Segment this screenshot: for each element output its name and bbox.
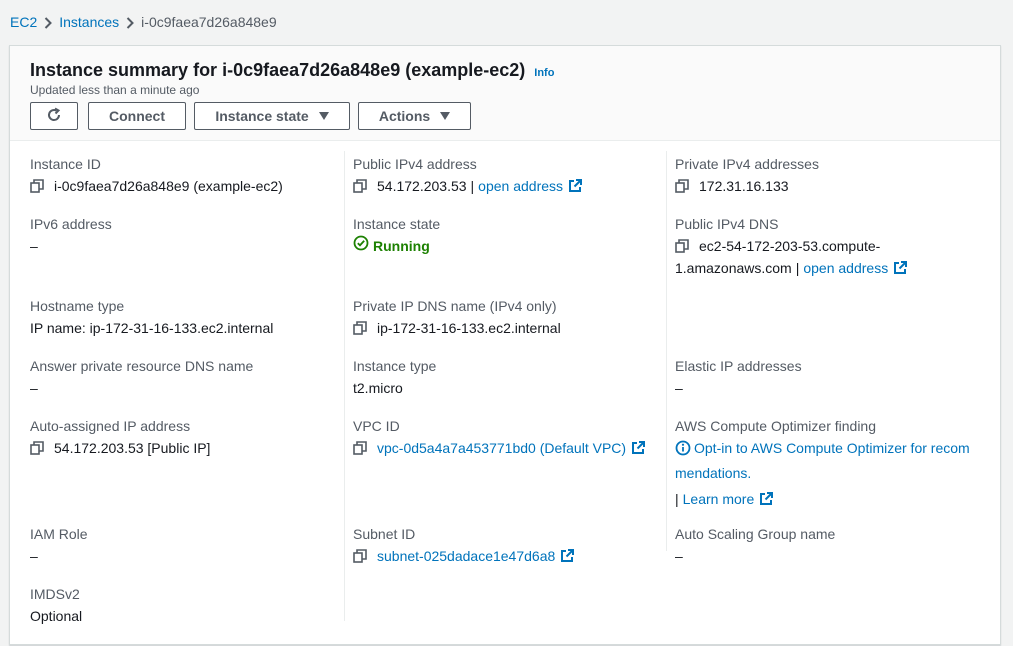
info-link[interactable]: Info [534, 67, 554, 79]
actions-button-label: Actions [378, 108, 431, 124]
public-ipv4-open-address-link[interactable]: open address [478, 178, 583, 194]
field-label: Subnet ID [353, 526, 416, 542]
field-vpc-id: VPC ID vpc-0d5a4a7a453771bd0 (Default VP… [353, 415, 646, 461]
public-ipv4-value: 54.172.203.53 [377, 178, 467, 194]
field-instance-id: Instance ID i-0c9faea7d26a848e9 (example… [30, 153, 283, 197]
refresh-button[interactable] [30, 102, 78, 130]
field-hostname-type: Hostname type IP name: ip-172-31-16-133.… [30, 295, 273, 339]
copy-icon[interactable] [353, 317, 367, 339]
check-circle-icon [353, 235, 373, 257]
field-label: IAM Role [30, 526, 88, 542]
field-instance-type: Instance type t2.micro [353, 355, 436, 399]
field-label: Instance type [353, 358, 437, 374]
vpc-id-link[interactable]: vpc-0d5a4a7a453771bd0 (Default VPC) [377, 437, 646, 461]
subnet-id-link[interactable]: subnet-025dadace1e47d6a8 [377, 545, 575, 569]
optimizer-opt-in-link[interactable]: Opt-in to AWS Compute Optimizer for reco… [675, 437, 995, 484]
breadcrumb-instances-link[interactable]: Instances [59, 14, 119, 30]
copy-icon[interactable] [30, 437, 44, 459]
external-link-icon [568, 177, 583, 199]
field-asg-name: Auto Scaling Group name – [675, 523, 835, 567]
copy-icon[interactable] [675, 175, 689, 197]
external-link-icon [631, 439, 646, 461]
field-iam-role: IAM Role – [30, 523, 88, 567]
hostname-type-value: IP name: ip-172-31-16-133.ec2.internal [30, 320, 274, 336]
field-label: AWS Compute Optimizer finding [675, 418, 876, 434]
instance-type-value: t2.micro [353, 380, 403, 396]
caret-down-icon [440, 112, 451, 120]
breadcrumb-current: i-0c9faea7d26a848e9 [141, 14, 277, 30]
actions-button[interactable]: Actions [358, 102, 471, 130]
field-subnet-id: Subnet ID subnet-025dadace1e47d6a8 [353, 523, 575, 569]
public-dns-value-line2: 1.amazonaws.com [675, 260, 792, 276]
imdsv2-value: Optional [30, 608, 83, 624]
field-ipv6: IPv6 address – [30, 213, 112, 257]
field-public-dns: Public IPv4 DNS ec2-54-172-203-53.comput… [675, 213, 908, 281]
field-answer-dns: Answer private resource DNS name – [30, 355, 253, 399]
public-dns-open-address-link[interactable]: open address [803, 257, 908, 281]
external-link-icon [759, 490, 774, 512]
private-ipv4-value: 172.31.16.133 [699, 178, 789, 194]
field-label: Elastic IP addresses [675, 358, 802, 374]
connect-button[interactable]: Connect [88, 102, 186, 130]
ipv6-value: – [30, 238, 38, 254]
field-private-dns: Private IP DNS name (IPv4 only) ip-172-3… [353, 295, 561, 339]
public-dns-value-line1: ec2-54-172-203-53.compute- [699, 238, 881, 254]
external-link-icon [893, 259, 908, 281]
field-label: Auto Scaling Group name [675, 526, 836, 542]
chevron-right-icon [37, 14, 59, 30]
field-label: Instance state [353, 216, 441, 232]
field-label: Answer private resource DNS name [30, 358, 254, 374]
field-label: Private IPv4 addresses [675, 156, 819, 172]
elastic-ip-value: – [675, 380, 683, 396]
field-label: Auto-assigned IP address [30, 418, 191, 434]
optimizer-line2: mendations. [675, 465, 752, 481]
refresh-icon [46, 107, 62, 126]
page-title: Instance summary for i-0c9faea7d26a848e9… [30, 60, 526, 80]
field-public-ipv4: Public IPv4 address 54.172.203.53 | open a… [353, 153, 583, 199]
copy-icon[interactable] [353, 175, 367, 197]
copy-icon[interactable] [30, 175, 44, 197]
external-link-icon [560, 547, 575, 569]
field-imdsv2: IMDSv2 Optional [30, 583, 82, 627]
connect-button-label: Connect [109, 108, 165, 124]
column-divider [344, 151, 345, 621]
field-label: Instance ID [30, 156, 101, 172]
field-auto-assigned-ip: Auto-assigned IP address 54.172.203.53 [… [30, 415, 210, 459]
field-private-ipv4: Private IPv4 addresses 172.31.16.133 [675, 153, 819, 197]
field-compute-optimizer: AWS Compute Optimizer finding Opt-in to … [675, 415, 995, 512]
field-instance-state: Instance state Running [353, 213, 440, 257]
iam-role-value: – [30, 548, 38, 564]
instance-summary-panel: Instance summary for i-0c9faea7d26a848e9… [9, 45, 1001, 645]
asg-name-value: – [675, 548, 683, 564]
column-divider [666, 151, 667, 551]
updated-text: Updated less than a minute ago [30, 83, 200, 97]
copy-icon[interactable] [353, 545, 367, 567]
chevron-right-icon [119, 14, 141, 30]
instance-state-button-label: Instance state [215, 108, 309, 124]
field-label: IMDSv2 [30, 586, 80, 602]
breadcrumb: EC2 Instances i-0c9faea7d26a848e9 [10, 13, 277, 31]
instance-state-value: Running [373, 238, 430, 254]
field-label: Public IPv4 DNS [675, 216, 779, 232]
field-label: Public IPv4 address [353, 156, 477, 172]
instance-state-button[interactable]: Instance state [194, 102, 350, 130]
field-elastic-ip: Elastic IP addresses – [675, 355, 802, 399]
auto-assigned-ip-value: 54.172.203.53 [Public IP] [54, 440, 211, 456]
details-grid: Instance ID i-0c9faea7d26a848e9 (example… [10, 141, 1000, 646]
panel-header: Instance summary for i-0c9faea7d26a848e9… [10, 46, 1000, 141]
field-label: Private IP DNS name (IPv4 only) [353, 298, 557, 314]
breadcrumb-ec2-link[interactable]: EC2 [10, 14, 37, 30]
learn-more-link[interactable]: Learn more [683, 491, 774, 507]
field-label: Hostname type [30, 298, 125, 314]
field-label: VPC ID [353, 418, 400, 434]
caret-down-icon [318, 112, 329, 120]
copy-icon[interactable] [353, 437, 367, 459]
copy-icon[interactable] [675, 235, 689, 257]
private-dns-value: ip-172-31-16-133.ec2.internal [377, 320, 561, 336]
answer-dns-value: – [30, 380, 38, 396]
optimizer-line1: Opt-in to AWS Compute Optimizer for reco… [694, 440, 970, 456]
field-label: IPv6 address [30, 216, 112, 232]
instance-id-value: i-0c9faea7d26a848e9 (example-ec2) [54, 178, 283, 194]
info-circle-icon [675, 440, 691, 462]
